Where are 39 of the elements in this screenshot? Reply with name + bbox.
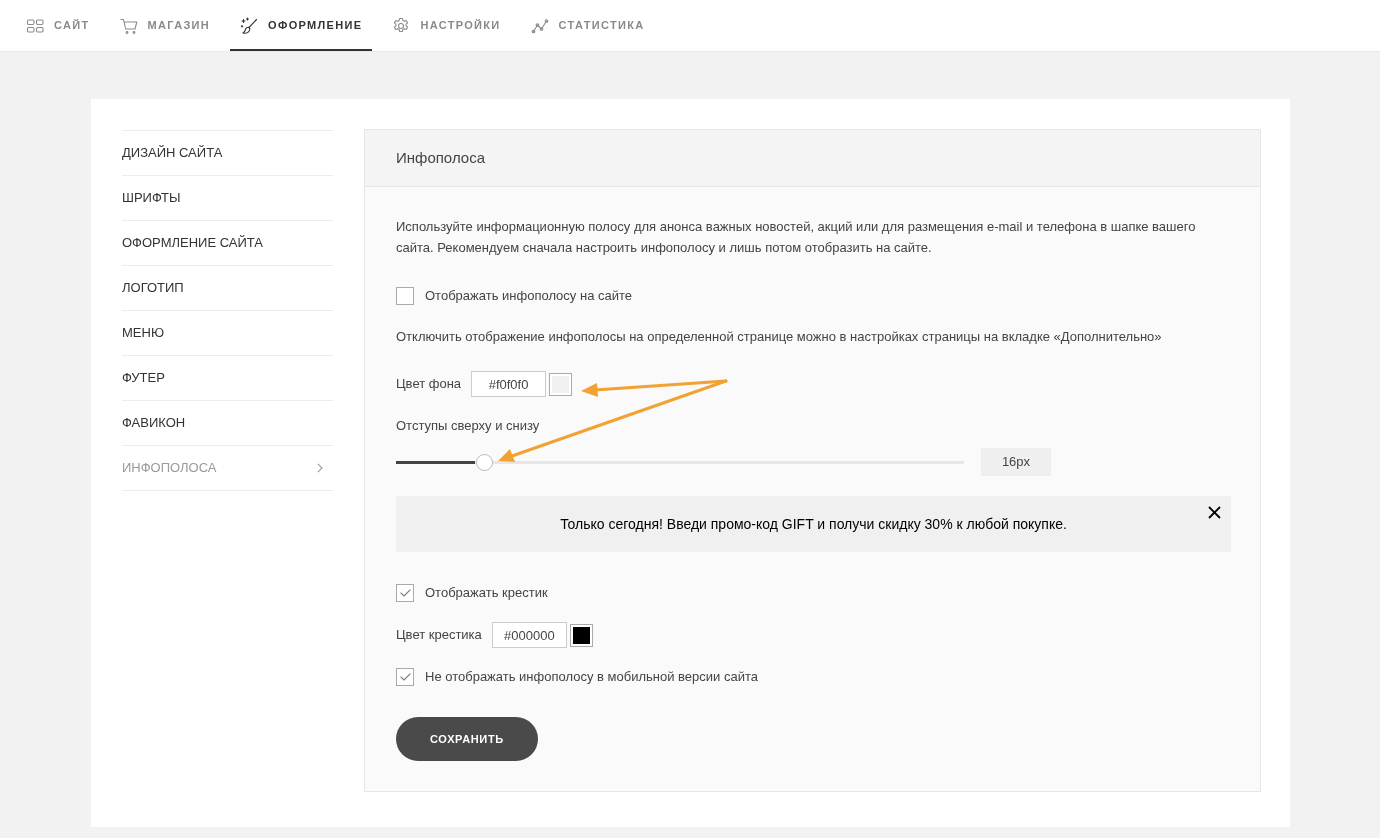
check-icon bbox=[399, 589, 411, 597]
checkbox[interactable] bbox=[396, 668, 414, 686]
save-button[interactable]: СОХРАНИТЬ bbox=[396, 717, 538, 761]
sidebar-item[interactable]: ДИЗАЙН САЙТА bbox=[122, 131, 333, 176]
sidebar-item[interactable]: ФАВИКОН bbox=[122, 401, 333, 446]
panel-title: Инфополоса bbox=[396, 147, 485, 168]
nav-tab[interactable]: ОФОРМЛЕНИЕ bbox=[230, 0, 373, 51]
field-label: Цвет крестика bbox=[396, 626, 482, 645]
sidebar-item[interactable]: ОФОРМЛЕНИЕ САЙТА bbox=[122, 221, 333, 266]
color-input[interactable]: #f0f0f0 bbox=[471, 371, 547, 397]
slider-handle[interactable] bbox=[476, 453, 494, 471]
checkbox-label: Отображать инфополосу на сайте bbox=[425, 287, 632, 306]
checkbox-label: Отображать крестик bbox=[425, 584, 548, 603]
cart-icon bbox=[119, 16, 138, 35]
color-input[interactable]: #000000 bbox=[491, 622, 567, 648]
line-chart-icon bbox=[530, 16, 549, 35]
slider-value: 16px bbox=[981, 448, 1051, 476]
checkbox[interactable] bbox=[396, 584, 414, 602]
nav-tab[interactable]: МАГАЗИН bbox=[109, 0, 221, 51]
check-icon bbox=[399, 673, 411, 681]
infobar-text: Только сегодня! Введи промо-код GIFT и получи скидку 30% к любой покупке. bbox=[560, 514, 1067, 534]
close-icon[interactable] bbox=[1208, 506, 1221, 519]
field-label: Цвет фона bbox=[396, 375, 462, 394]
sidebar-item[interactable]: МЕНЮ bbox=[122, 311, 333, 356]
color-swatch[interactable] bbox=[549, 372, 573, 396]
checkbox-label: Не отображать инфополосу в мобильной версии сайта bbox=[425, 668, 758, 687]
sidebar-item[interactable]: ШРИФТЫ bbox=[122, 176, 333, 221]
chevron-right-icon bbox=[317, 463, 323, 473]
settings-icon bbox=[392, 16, 411, 35]
nav-tab[interactable]: САЙТ bbox=[16, 0, 100, 51]
sidebar-item[interactable]: ФУТЕР bbox=[122, 356, 333, 401]
checkbox[interactable] bbox=[396, 287, 414, 305]
color-swatch[interactable] bbox=[569, 623, 593, 647]
magic-brush-icon bbox=[240, 16, 259, 35]
hint-text: Отключить отображение инфополосы на определенной странице можно в настройках страницы на вкладке «Дополнительно» bbox=[396, 328, 1162, 346]
field-label: Отступы сверху и снизу bbox=[396, 417, 540, 435]
intro-text: Используйте информационную полосу для анонса важных новостей, акций или для размещения e-mail и телефона в шапке вашего сайта. Рекомендуем сначала настроить инфополосу и лишь потом отобразить на сайте. bbox=[396, 218, 1197, 257]
grid-icon bbox=[26, 16, 44, 35]
sidebar-item[interactable]: ЛОГОТИП bbox=[122, 266, 333, 311]
